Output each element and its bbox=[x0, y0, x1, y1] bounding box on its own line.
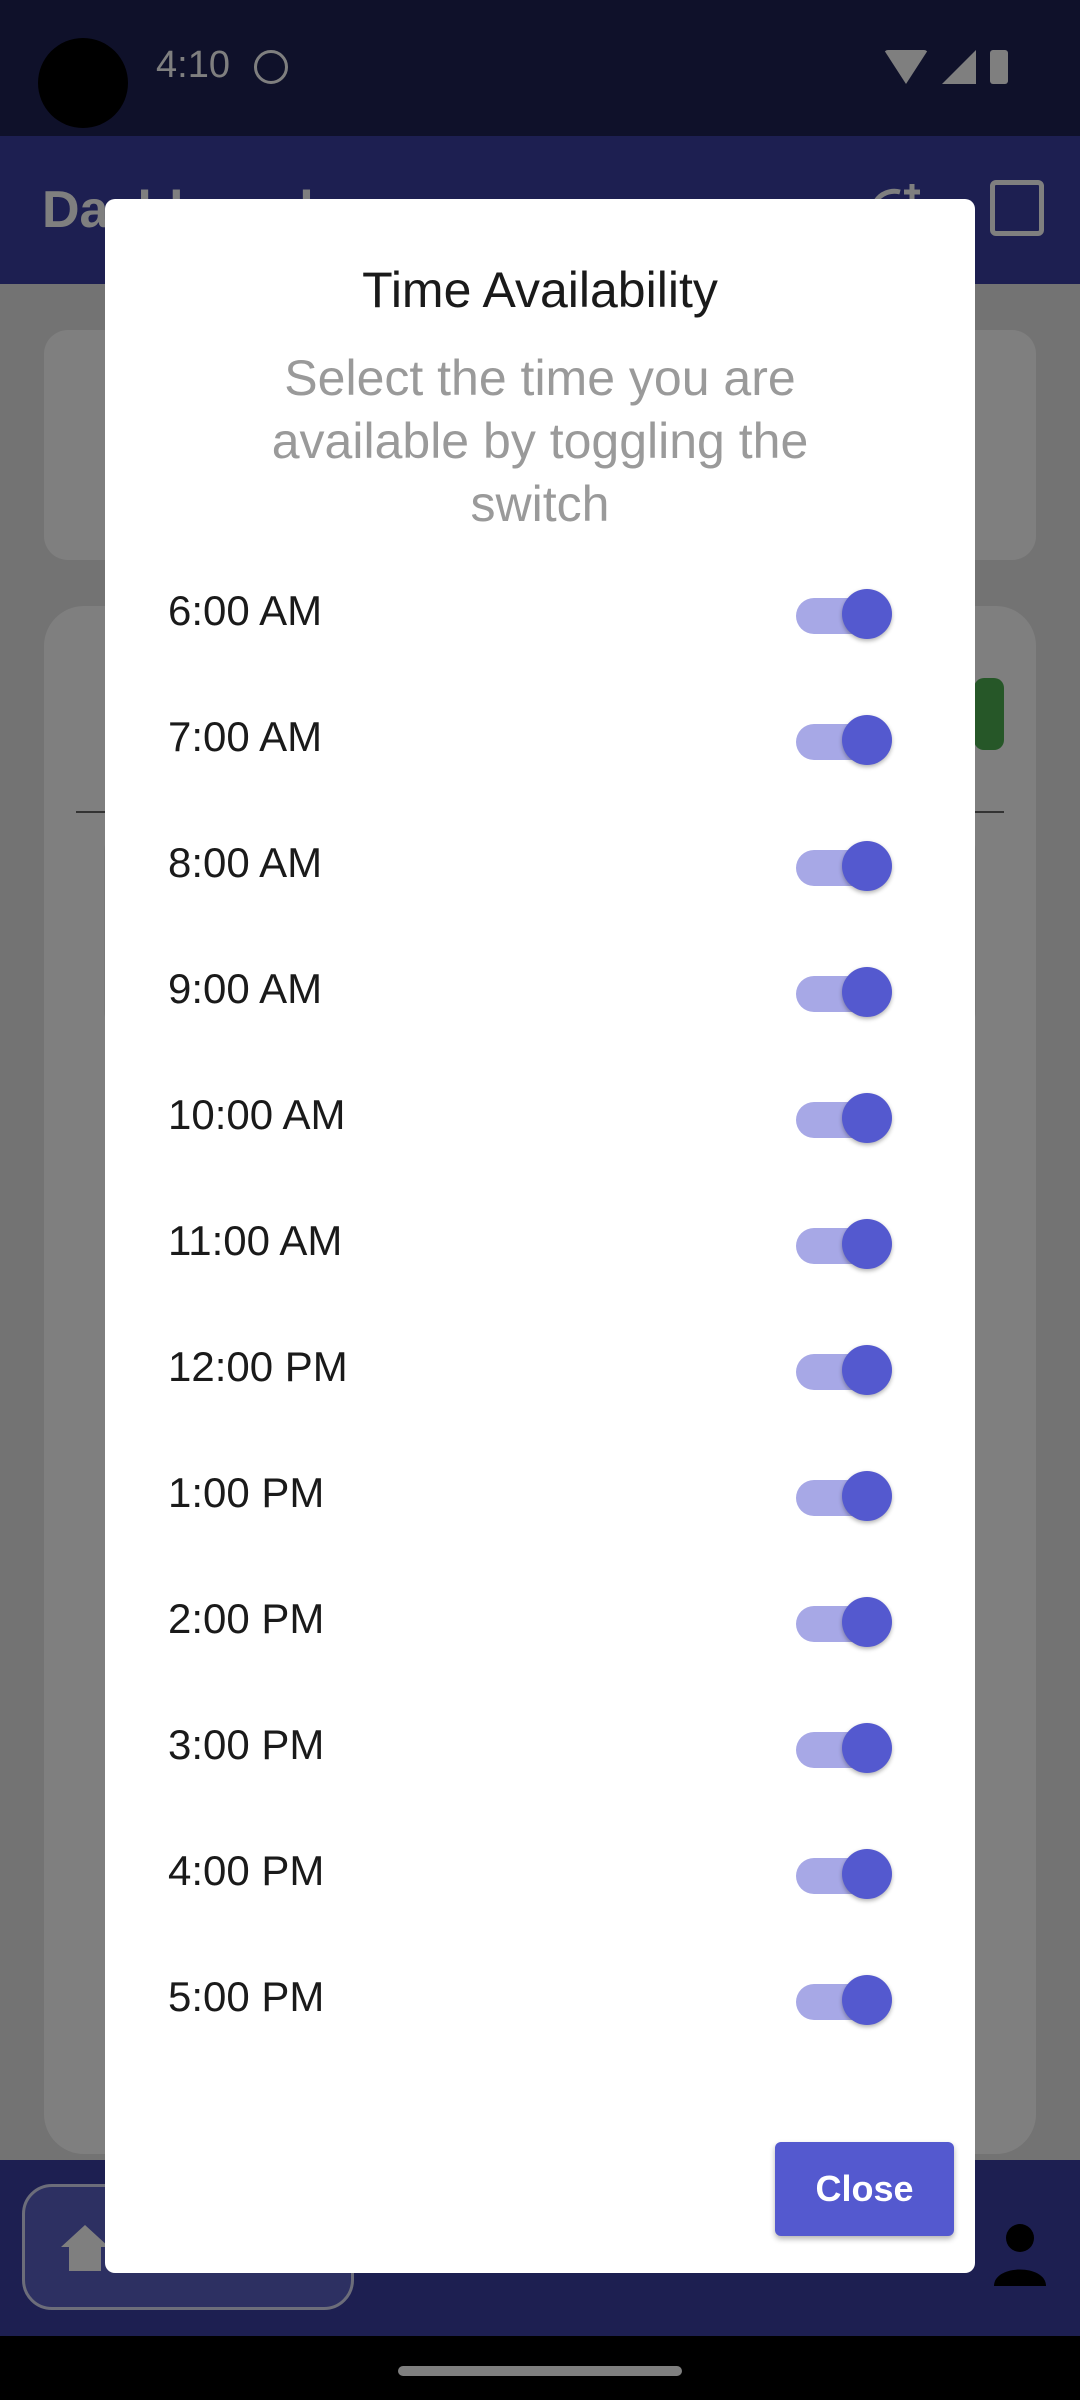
toggle-thumb bbox=[842, 967, 892, 1017]
time-slot-label: 2:00 PM bbox=[168, 1595, 325, 1642]
dialog-title: Time Availability bbox=[362, 262, 718, 318]
time-slot-label: 6:00 AM bbox=[168, 587, 323, 634]
time-slot-label: 12:00 PM bbox=[168, 1343, 348, 1390]
availability-toggle[interactable] bbox=[790, 1216, 892, 1269]
time-slot-row: 8:00 AM bbox=[105, 801, 975, 927]
availability-toggle[interactable] bbox=[790, 1846, 892, 1899]
toggle-thumb bbox=[842, 1471, 892, 1521]
toggle-thumb bbox=[842, 1723, 892, 1773]
time-slot-row: 7:00 AM bbox=[105, 675, 975, 801]
time-slot-label: 9:00 AM bbox=[168, 965, 323, 1012]
time-slot-label: 3:00 PM bbox=[168, 1721, 325, 1768]
toggle-thumb bbox=[842, 589, 892, 639]
time-slot-label: 8:00 AM bbox=[168, 839, 323, 886]
availability-toggle[interactable] bbox=[790, 838, 892, 891]
close-button[interactable]: Close bbox=[775, 2142, 954, 2236]
toggle-thumb bbox=[842, 1345, 892, 1395]
time-slot-row: 1:00 PM bbox=[105, 1431, 975, 1557]
time-slot-row: 9:00 AM bbox=[105, 927, 975, 1053]
time-slot-label: 1:00 PM bbox=[168, 1469, 325, 1516]
availability-toggle[interactable] bbox=[790, 1720, 892, 1773]
toggle-thumb bbox=[842, 1975, 892, 2025]
availability-toggle[interactable] bbox=[790, 1972, 892, 2025]
time-slot-row: 6:00 AM bbox=[105, 549, 975, 675]
time-slot-row: 2:00 PM bbox=[105, 1557, 975, 1683]
time-slot-label: 10:00 AM bbox=[168, 1091, 346, 1138]
time-slot-row: 11:00 AM bbox=[105, 1179, 975, 1305]
toggle-thumb bbox=[842, 841, 892, 891]
time-slot-row: 5:00 PM bbox=[105, 1935, 975, 2039]
time-slot-label: 7:00 AM bbox=[168, 713, 323, 760]
availability-toggle[interactable] bbox=[790, 964, 892, 1017]
availability-toggle[interactable] bbox=[790, 1594, 892, 1647]
time-slot-row: 3:00 PM bbox=[105, 1683, 975, 1809]
time-slot-label: 11:00 AM bbox=[168, 1217, 343, 1264]
availability-toggle[interactable] bbox=[790, 1468, 892, 1521]
availability-toggle[interactable] bbox=[790, 586, 892, 639]
availability-toggle[interactable] bbox=[790, 1090, 892, 1143]
time-slot-label: 4:00 PM bbox=[168, 1847, 325, 1894]
time-slot-label: 5:00 PM bbox=[168, 1973, 325, 2020]
availability-toggle[interactable] bbox=[790, 1342, 892, 1395]
toggle-thumb bbox=[842, 715, 892, 765]
toggle-thumb bbox=[842, 1597, 892, 1647]
toggle-thumb bbox=[842, 1093, 892, 1143]
time-slot-row: 4:00 PM bbox=[105, 1809, 975, 1935]
time-availability-dialog: Time Availability Select the time you ar… bbox=[105, 199, 975, 2273]
dialog-subtitle: Select the time you are available by tog… bbox=[271, 350, 809, 532]
time-slot-row: 10:00 AM bbox=[105, 1053, 975, 1179]
time-slot-row: 12:00 PM bbox=[105, 1305, 975, 1431]
time-slot-list[interactable]: 6:00 AM 7:00 AM 8:00 AM 9:00 AM 10:00 AM 11:0… bbox=[105, 549, 975, 2039]
toggle-thumb bbox=[842, 1219, 892, 1269]
availability-toggle[interactable] bbox=[790, 712, 892, 765]
toggle-thumb bbox=[842, 1849, 892, 1899]
